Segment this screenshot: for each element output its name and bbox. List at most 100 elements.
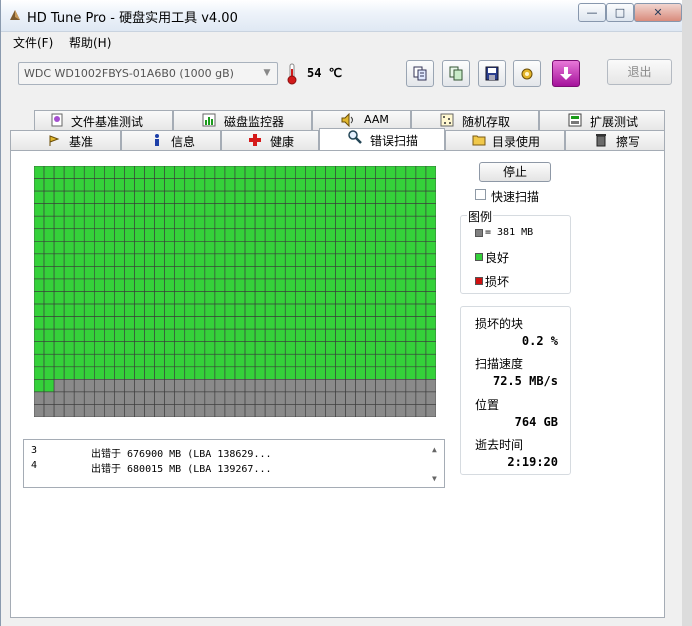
scan-block <box>184 215 196 230</box>
scan-block <box>83 353 95 368</box>
scan-block <box>315 253 326 267</box>
scan-block <box>264 353 276 368</box>
scan-block <box>325 328 336 342</box>
scan-block <box>355 303 366 317</box>
scan-block <box>73 241 85 255</box>
scan-block <box>93 190 105 204</box>
tab-disk-monitor[interactable]: 磁盘监控器 <box>173 110 312 130</box>
scan-block <box>284 303 296 317</box>
scroll-up-icon[interactable]: ▲ <box>432 445 437 454</box>
menu-file[interactable]: 文件(F) <box>13 34 53 51</box>
scan-block <box>214 190 226 204</box>
scan-block <box>234 228 246 242</box>
scan-block <box>415 203 427 217</box>
scan-block <box>234 366 246 380</box>
maximize-button[interactable]: □ <box>606 3 634 22</box>
drive-select[interactable]: WDC WD1002FBYS-01A6B0 (1000 gB) ▼ <box>18 62 278 85</box>
tab-erase[interactable]: 擦写 <box>565 130 665 150</box>
scan-block <box>104 166 115 179</box>
save-icon <box>485 66 499 81</box>
tab-aam[interactable]: AAM <box>312 110 411 130</box>
scan-block <box>134 241 145 255</box>
tab-extra-tests[interactable]: 扩展测试 <box>539 110 665 130</box>
exit-button[interactable]: 退出 <box>607 59 672 85</box>
scan-block <box>83 228 95 242</box>
scan-block <box>345 166 356 179</box>
scan-block <box>34 253 45 267</box>
scan-block <box>194 291 206 305</box>
scan-block <box>254 278 266 292</box>
scan-block <box>315 303 326 317</box>
scan-block <box>83 316 95 330</box>
scan-block <box>325 178 336 192</box>
scan-block <box>405 379 417 393</box>
legend-bad: 损坏 <box>485 275 510 289</box>
scan-block <box>144 391 155 405</box>
scan-block <box>385 266 397 280</box>
options-button[interactable] <box>513 60 541 87</box>
checkbox-box[interactable] <box>475 189 486 200</box>
scan-block <box>375 291 387 305</box>
scan-block <box>73 291 85 305</box>
scan-block <box>63 353 75 368</box>
scan-block <box>345 303 356 317</box>
scan-block <box>43 190 55 204</box>
scan-block <box>284 266 296 280</box>
scan-block <box>294 328 306 342</box>
tab-health[interactable]: 健康 <box>221 130 319 150</box>
scan-block <box>284 278 296 292</box>
scan-block <box>375 253 387 267</box>
scan-block <box>144 366 155 380</box>
scan-block <box>154 178 165 192</box>
scan-block <box>395 166 407 179</box>
tab-disk-monitor-label: 磁盘监控器 <box>224 115 285 129</box>
tab-extra-tests-label: 扩展测试 <box>590 115 639 129</box>
tab-benchmark[interactable]: 基准 <box>10 130 121 150</box>
minimize-button[interactable]: — <box>578 3 606 22</box>
scan-block <box>395 266 407 280</box>
copy-screen-button[interactable] <box>442 60 470 87</box>
scan-block <box>214 404 226 417</box>
scan-block <box>284 190 296 204</box>
scan-block <box>425 404 436 417</box>
tab-random-access-label: 随机存取 <box>462 115 511 129</box>
scan-block <box>34 178 45 192</box>
scroll-down-icon[interactable]: ▼ <box>432 474 437 483</box>
scan-block <box>425 190 436 204</box>
scan-block <box>204 215 216 230</box>
scan-block <box>264 379 276 393</box>
scan-block <box>375 178 387 192</box>
scan-block <box>244 391 256 405</box>
scan-block <box>154 228 165 242</box>
scan-block <box>415 278 427 292</box>
scan-block <box>93 328 105 342</box>
scan-block <box>83 190 95 204</box>
scan-block <box>164 166 175 179</box>
scan-block <box>224 341 236 355</box>
close-button[interactable]: ✕ <box>634 3 682 22</box>
scan-block <box>385 190 397 204</box>
scan-block <box>385 341 397 355</box>
download-button[interactable] <box>552 60 580 87</box>
scan-block <box>305 266 316 280</box>
scan-block <box>425 328 436 342</box>
error-log-list[interactable]: 3 出错于 676900 MB (LBA 138629... 4 出错于 68001… <box>23 439 445 488</box>
scan-block <box>234 303 246 317</box>
tab-info[interactable]: 信息 <box>121 130 221 150</box>
menu-help[interactable]: 帮助(H) <box>69 34 111 51</box>
copy-text-button[interactable] <box>406 60 434 87</box>
tab-random-access[interactable]: 随机存取 <box>411 110 539 130</box>
scan-block <box>254 316 266 330</box>
scrollbar[interactable]: ▲ ▼ <box>429 440 444 487</box>
stop-button[interactable]: 停止 <box>479 162 551 182</box>
tab-error-scan[interactable]: 错误扫描 <box>319 128 445 150</box>
scan-block <box>43 228 55 242</box>
scan-block <box>154 404 165 417</box>
save-button[interactable] <box>478 60 506 87</box>
tab-file-benchmark[interactable]: 文件基准测试 <box>34 110 173 130</box>
scan-block <box>375 379 387 393</box>
scan-block <box>224 215 236 230</box>
scan-block <box>184 166 196 179</box>
scan-block <box>365 190 376 204</box>
tab-folder-usage[interactable]: 目录使用 <box>445 130 565 150</box>
